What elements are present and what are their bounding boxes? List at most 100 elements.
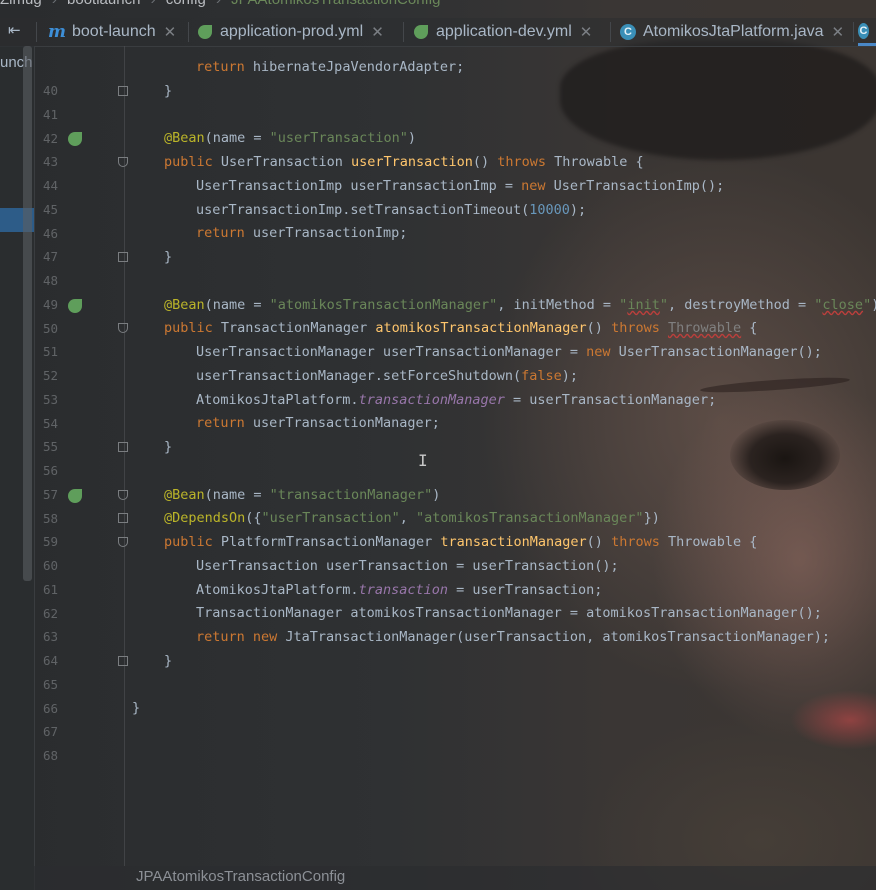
tab-divider (853, 22, 854, 42)
breadcrumb-item[interactable]: Zimug (0, 0, 42, 8)
spring-bean-icon[interactable] (68, 132, 82, 146)
code-editor[interactable]: 40 return hibernateJpaVendorAdapter; 41 … (34, 46, 876, 890)
breadcrumb-item[interactable]: bootlaunch (67, 0, 140, 8)
module-icon: m (48, 22, 66, 42)
code-text: } (164, 249, 173, 265)
code-text: } (164, 653, 173, 669)
code-line: 51 public TransactionManager atomikosTra… (34, 317, 876, 359)
editor-breadcrumb-bar: JPAAtomikosTransactionConfig (34, 866, 876, 890)
fold-marker-icon[interactable] (118, 442, 128, 452)
close-icon[interactable]: ✕ (164, 23, 177, 41)
editor-breadcrumb[interactable]: JPAAtomikosTransactionConfig (136, 868, 345, 885)
code-text: userTransactionManager.setForceShutdown(… (196, 368, 579, 384)
code-line: 45 UserTransactionImp userTransactionImp… (34, 175, 876, 217)
tab-label: boot-launch (72, 23, 156, 40)
code-line: 68 (34, 721, 876, 763)
code-line: 57 (34, 460, 876, 502)
collapse-panel-icon[interactable]: ⇤ (8, 21, 21, 39)
spring-leaf-icon (414, 25, 428, 39)
code-text: return userTransactionImp; (196, 225, 408, 241)
code-text: userTransactionImp.setTransactionTimeout… (196, 202, 587, 218)
breadcrumb-item[interactable]: config (166, 0, 206, 8)
code-line: 56 } (34, 436, 876, 478)
code-line: 62 AtomikosJtaPlatform.transaction = use… (34, 579, 876, 621)
close-icon[interactable]: ✕ (371, 23, 384, 41)
tab-active-partial[interactable]: C (858, 18, 876, 46)
close-icon[interactable]: ✕ (832, 23, 845, 41)
code-line: 47 return userTransactionImp; (34, 222, 876, 264)
code-line: 46 userTransactionImp.setTransactionTime… (34, 199, 876, 241)
spring-bean-icon[interactable] (68, 299, 82, 313)
code-text: @Bean(name = "atomikosTransactionManager… (164, 297, 876, 313)
breadcrumb: Zimug › bootlaunch › config › JPAAtomiko… (0, 0, 876, 9)
tab-divider (610, 22, 611, 42)
fold-marker-icon[interactable] (118, 656, 128, 666)
code-text: AtomikosJtaPlatform.transaction = userTr… (196, 582, 603, 598)
code-line: 64 return new JtaTransactionManager(user… (34, 626, 876, 668)
fold-marker-icon[interactable] (118, 157, 128, 167)
spring-bean-icon[interactable] (68, 489, 82, 503)
project-scrollbar[interactable] (23, 46, 32, 581)
code-line: 53 userTransactionManager.setForceShutdo… (34, 365, 876, 407)
breadcrumb-item[interactable]: JPAAtomikosTransactionConfig (231, 0, 440, 8)
code-text: TransactionManager atomikosTransactionMa… (196, 605, 822, 621)
code-text: } (164, 83, 173, 99)
tab-application-dev[interactable]: application-dev.yml ✕ (414, 18, 592, 46)
fold-marker-icon[interactable] (118, 490, 128, 500)
tab-label: application-dev.yml (436, 23, 572, 40)
code-text: public UserTransaction userTransaction()… (164, 154, 644, 170)
tab-divider (36, 22, 37, 42)
code-line: 50 @Bean(name = "atomikosTransactionMana… (34, 294, 876, 336)
code-line: 54 AtomikosJtaPlatform.transactionManage… (34, 389, 876, 431)
code-text: UserTransaction userTransaction = userTr… (196, 558, 619, 574)
code-line: 60 public PlatformTransactionManager tra… (34, 531, 876, 573)
spring-leaf-icon (198, 25, 212, 39)
tab-atomikos-jta-platform[interactable]: C AtomikosJtaPlatform.java ✕ (620, 18, 844, 46)
code-line: 55 return userTransactionManager; (34, 412, 876, 454)
code-text: UserTransactionManager userTransactionMa… (196, 344, 822, 360)
tab-divider (403, 22, 404, 42)
fold-marker-icon[interactable] (118, 252, 128, 262)
fold-marker-icon[interactable] (118, 323, 128, 333)
code-line: 66 (34, 674, 876, 716)
code-line: 59 @DependsOn({"userTransaction", "atomi… (34, 507, 876, 549)
code-line: 61 UserTransaction userTransaction = use… (34, 555, 876, 597)
tab-label: AtomikosJtaPlatform.java (643, 23, 824, 40)
class-icon: C (858, 22, 869, 39)
code-line: 49 (34, 270, 876, 312)
tab-divider (188, 22, 189, 42)
code-text: public TransactionManager atomikosTransa… (164, 320, 758, 336)
code-text: return hibernateJpaVendorAdapter; (196, 59, 465, 75)
editor-tab-bar: ⇤ m boot-launch ✕ application-prod.yml ✕… (0, 18, 876, 47)
code-line: 67 } (34, 697, 876, 739)
line-number: 68 (42, 748, 58, 763)
code-text: public PlatformTransactionManager transa… (164, 534, 758, 550)
code-line: 58 @Bean(name = "transactionManager") (34, 484, 876, 526)
code-line: 48 } (34, 246, 876, 288)
code-text: return userTransactionManager; (196, 415, 440, 431)
code-line: 42 (34, 104, 876, 146)
code-line: 40 return hibernateJpaVendorAdapter; (34, 56, 876, 98)
code-line: 44 public UserTransaction userTransactio… (34, 151, 876, 193)
code-text: } (164, 439, 173, 455)
code-line: 65 } (34, 650, 876, 692)
text-cursor-icon: I (418, 451, 428, 470)
tab-boot-launch[interactable]: m boot-launch ✕ (48, 18, 176, 46)
class-icon: C (620, 24, 636, 40)
code-text: } (132, 700, 141, 716)
code-line: 41 } (34, 80, 876, 122)
code-line: 43 @Bean(name = "userTransaction") (34, 127, 876, 169)
close-icon[interactable]: ✕ (580, 23, 593, 41)
tab-label: application-prod.yml (220, 23, 364, 40)
code-text: @Bean(name = "transactionManager") (164, 487, 441, 503)
code-line: 63 TransactionManager atomikosTransactio… (34, 602, 876, 644)
project-panel: unch (0, 46, 35, 890)
code-text: @DependsOn({"userTransaction", "atomikos… (164, 510, 660, 526)
fold-marker-icon[interactable] (118, 537, 128, 547)
code-line: 52 UserTransactionManager userTransactio… (34, 341, 876, 383)
tab-application-prod[interactable]: application-prod.yml ✕ (198, 18, 384, 46)
code-text: AtomikosJtaPlatform.transactionManager =… (196, 392, 717, 408)
fold-marker-icon[interactable] (118, 513, 128, 523)
code-text: UserTransactionImp userTransactionImp = … (196, 178, 725, 194)
fold-marker-icon[interactable] (118, 86, 128, 96)
